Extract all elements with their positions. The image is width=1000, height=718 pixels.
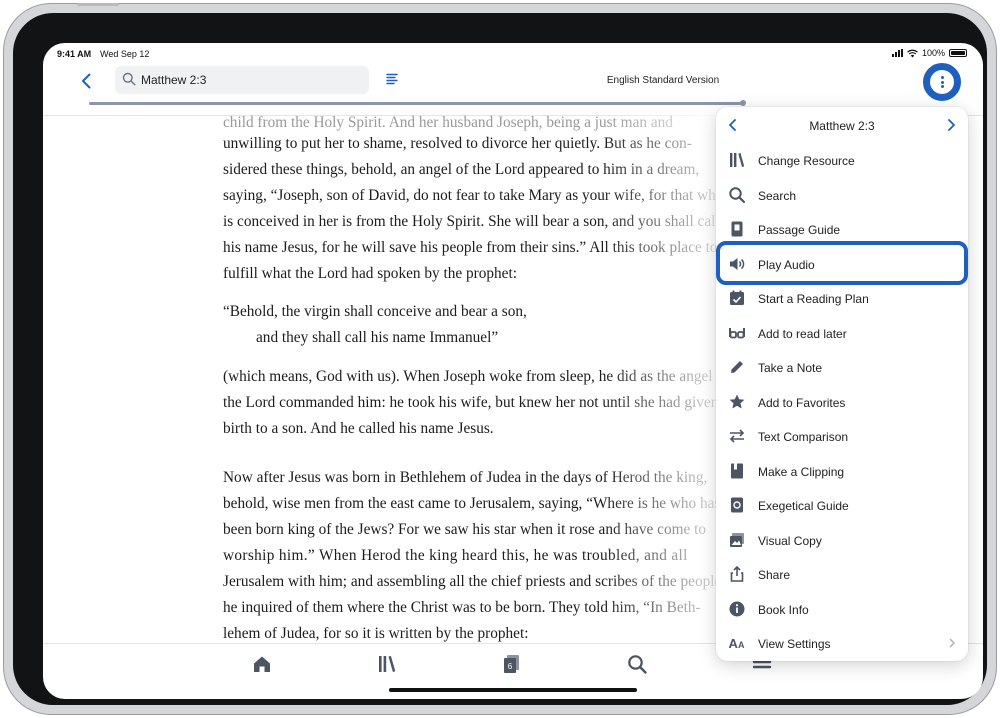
menu-item-label: Passage Guide — [758, 223, 841, 237]
menu-item-take-a-note[interactable]: Take a Note — [716, 350, 968, 384]
table-of-contents-icon[interactable] — [385, 72, 399, 86]
library-icon — [730, 153, 745, 167]
menu-item-label: Search — [758, 188, 797, 203]
menu-item-book-info[interactable]: Book Info — [716, 592, 968, 626]
status-indicators: 100% — [891, 48, 967, 58]
passage-guide-icon — [731, 221, 743, 237]
battery-icon — [949, 49, 967, 57]
menu-item-label: Make a Clipping — [758, 464, 845, 479]
reading-progress-bar[interactable] — [89, 102, 743, 105]
menu-item-start-reading-plan[interactable]: Start a Reading Plan — [716, 281, 968, 315]
compare-arrows-icon — [729, 429, 745, 443]
home-icon[interactable] — [251, 653, 273, 675]
signal-icon — [891, 49, 903, 57]
text-size-icon: AA — [729, 636, 746, 651]
star-icon — [729, 394, 745, 408]
menu-item-label: Text Comparison — [758, 430, 849, 444]
menu-item-text-comparison[interactable]: Text Comparison — [716, 419, 968, 453]
hardware-button — [77, 3, 119, 6]
play-audio-highlight-outline — [716, 241, 968, 285]
calendar-check-icon — [730, 290, 744, 305]
menu-item-label: Share — [758, 568, 791, 582]
back-chevron-icon[interactable] — [77, 71, 97, 91]
reference-search-field[interactable]: Matthew 2:3 — [115, 66, 369, 94]
menu-item-label: Add to read later — [758, 326, 847, 341]
menu-item-search[interactable]: Search — [716, 178, 968, 212]
screen: 9:41 AM Wed Sep 12 100% Matthew 2:3 Engl… — [43, 43, 983, 699]
library-icon[interactable] — [376, 653, 398, 675]
menu-item-label: Change Resource — [758, 154, 855, 168]
reading-progress-knob[interactable] — [740, 100, 746, 106]
svg-text:A: A — [729, 636, 739, 651]
menu-item-view-settings[interactable]: AA View Settings — [716, 626, 968, 660]
exegetical-guide-icon — [731, 497, 743, 513]
status-time: 9:41 AM — [57, 49, 92, 59]
menu-item-make-a-clipping[interactable]: Make a Clipping — [716, 454, 968, 488]
menu-item-label: Exegetical Guide — [758, 499, 849, 513]
version-title[interactable]: English Standard Version — [503, 75, 823, 86]
svg-text:A: A — [738, 640, 745, 650]
glasses-icon — [729, 327, 745, 338]
menu-item-change-resource[interactable]: Change Resource — [716, 143, 968, 177]
status-bar: 9:41 AM Wed Sep 12 100% — [43, 43, 983, 65]
search-tab-icon[interactable] — [626, 653, 648, 675]
chevron-right-icon — [949, 638, 956, 648]
previous-passage-chevron-icon[interactable] — [726, 118, 740, 132]
search-icon — [729, 186, 746, 203]
documents-count: 6 — [508, 662, 513, 671]
menu-item-label: Start a Reading Plan — [758, 292, 869, 306]
menu-item-exegetical-guide[interactable]: Exegetical Guide — [716, 488, 968, 522]
ipad-frame: 9:41 AM Wed Sep 12 100% Matthew 2:3 Engl… — [3, 3, 997, 715]
next-passage-chevron-icon[interactable] — [944, 118, 958, 132]
home-indicator[interactable] — [389, 688, 637, 692]
menu-item-label: Visual Copy — [758, 533, 822, 548]
more-options-icon — [930, 70, 954, 94]
quote-line: and they shall call his name Immanuel” — [256, 329, 499, 346]
battery-percent: 100% — [921, 48, 945, 58]
menu-item-label: View Settings — [758, 637, 831, 651]
status-date: Wed Sep 12 — [100, 49, 150, 59]
menu-item-add-to-read-later[interactable]: Add to read later — [716, 316, 968, 350]
more-options-button[interactable] — [923, 63, 961, 101]
reference-text: Matthew 2:3 — [141, 73, 207, 87]
menu-item-label: Book Info — [758, 602, 809, 617]
documents-icon[interactable]: 6 — [501, 653, 523, 675]
menu-title: Matthew 2:3 — [809, 119, 875, 133]
menu-header: Matthew 2:3 — [716, 107, 968, 143]
wifi-icon — [907, 49, 918, 57]
menu-item-add-to-favorites[interactable]: Add to Favorites — [716, 385, 968, 419]
pencil-icon — [731, 361, 743, 373]
menu-item-visual-copy[interactable]: Visual Copy — [716, 523, 968, 557]
info-icon — [729, 601, 745, 616]
search-icon — [122, 72, 136, 86]
share-icon — [730, 565, 744, 582]
visual-copy-icon — [730, 532, 744, 547]
menu-item-share[interactable]: Share — [716, 557, 968, 591]
ipad-bezel: 9:41 AM Wed Sep 12 100% Matthew 2:3 Engl… — [13, 3, 987, 705]
passage-actions-menu: Matthew 2:3 Change Resource Search Passa… — [716, 107, 968, 661]
menu-item-label: Add to Favorites — [758, 395, 846, 410]
menu-item-label: Take a Note — [758, 361, 823, 375]
clipping-icon — [731, 463, 743, 478]
